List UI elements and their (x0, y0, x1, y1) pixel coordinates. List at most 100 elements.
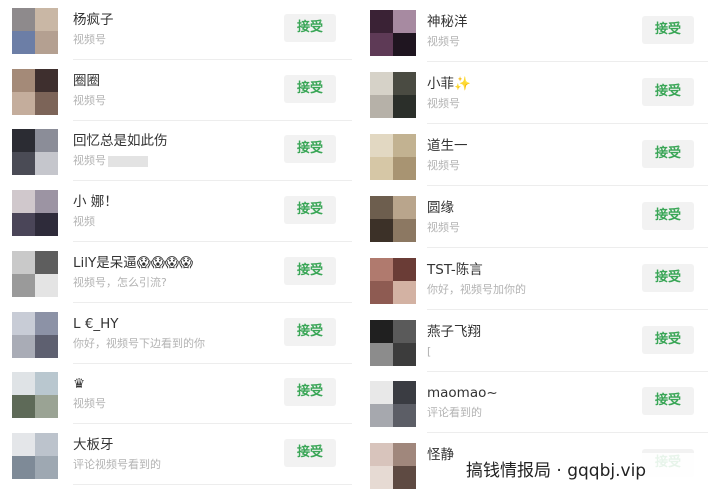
request-text: maomao~ 评论看到的 (427, 385, 498, 419)
request-row[interactable]: 小菲✨ 视频号 接受 (354, 64, 708, 124)
avatar[interactable] (12, 250, 58, 297)
avatar[interactable] (12, 129, 58, 176)
accept-button[interactable]: 接受 (642, 325, 694, 354)
avatar[interactable] (12, 190, 58, 237)
request-row[interactable]: 大板牙 评论视频号看到的 接受 (0, 425, 352, 485)
contact-name: ♛ (73, 376, 86, 393)
request-row[interactable]: 神秘洋 视频号 接受 (354, 2, 708, 62)
request-text: 燕子飞翔 [ (427, 324, 481, 358)
request-message: 你好，视频号加你的 (427, 282, 526, 296)
redacted-text (108, 155, 148, 167)
avatar[interactable] (370, 195, 416, 242)
accept-button[interactable]: 接受 (642, 16, 694, 44)
avatar-mosaic-block (35, 250, 58, 274)
request-message: [ (427, 344, 432, 358)
avatar-mosaic-block (35, 432, 58, 456)
avatar-mosaic-block (393, 218, 416, 242)
contact-name: TST-陈言 (427, 261, 483, 278)
avatar-mosaic-block (370, 257, 393, 281)
avatar[interactable] (12, 68, 58, 115)
request-row[interactable]: maomao~ 评论看到的 接受 (354, 373, 708, 434)
avatar-mosaic-block (12, 432, 35, 456)
avatar-mosaic-block (12, 8, 35, 31)
avatar[interactable] (370, 133, 416, 180)
avatar[interactable] (12, 432, 58, 479)
avatar-mosaic-block (393, 280, 416, 304)
request-message-row: 视频号 (427, 35, 468, 48)
avatar-mosaic-block (12, 372, 35, 396)
request-row[interactable]: 燕子飞翔 [ 接受 (354, 312, 708, 372)
avatar[interactable] (12, 311, 58, 358)
request-message: 视频号 (73, 397, 106, 411)
avatar-mosaic-block (370, 280, 393, 304)
request-row[interactable]: 回忆总是如此伤 视频号 接受 (0, 121, 352, 182)
avatar-mosaic-block (393, 342, 416, 366)
accept-button[interactable]: 接受 (284, 135, 336, 164)
request-row[interactable]: 圈圈 视频号 接受 (0, 61, 352, 121)
avatar[interactable] (370, 443, 416, 489)
avatar[interactable] (370, 10, 416, 56)
request-row[interactable]: LilY是呆逼😱😱😱😱 视频号，怎么引流? 接受 (0, 243, 352, 303)
avatar-mosaic-block (35, 8, 58, 31)
accept-button[interactable]: 接受 (642, 263, 694, 292)
request-message-row: 视频号 (73, 397, 106, 410)
accept-button[interactable]: 接受 (284, 256, 336, 285)
accept-button[interactable]: 接受 (642, 201, 694, 230)
row-divider (427, 61, 708, 62)
row-divider (427, 370, 708, 372)
request-message-row: 评论看到的 (427, 406, 498, 419)
request-row[interactable]: 圆缘 视频号 接受 (354, 188, 708, 248)
avatar-mosaic-block (393, 443, 416, 467)
avatar[interactable] (370, 381, 416, 428)
avatar[interactable] (370, 257, 416, 304)
request-row[interactable]: 杨疯子 视频号 接受 (0, 0, 352, 60)
contact-name: 道生一 (427, 137, 468, 154)
accept-button[interactable]: 接受 (284, 438, 336, 467)
watermark-text: 搞钱情报局 · gqqbj.vip (462, 453, 704, 489)
avatar-mosaic-block (35, 372, 58, 396)
request-text: 圈圈 视频号 (73, 73, 106, 107)
request-text: 神秘洋 视频号 (427, 14, 468, 48)
avatar-mosaic-block (12, 152, 35, 176)
avatar-mosaic-block (370, 71, 393, 95)
request-message-row: [ (427, 345, 481, 358)
accept-button[interactable]: 接受 (642, 139, 694, 168)
accept-button[interactable]: 接受 (642, 77, 694, 106)
avatar-mosaic-block (12, 68, 35, 92)
avatar[interactable] (12, 372, 58, 419)
request-message: 视频 (73, 215, 95, 229)
avatar-mosaic-block (12, 213, 35, 237)
request-row[interactable]: 道生一 视频号 接受 (354, 126, 708, 186)
avatar-mosaic-block (12, 190, 35, 214)
contact-name: 燕子飞翔 (427, 323, 481, 340)
accept-button[interactable]: 接受 (284, 378, 336, 407)
accept-button[interactable]: 接受 (284, 14, 336, 42)
request-message: 视频号 (73, 154, 106, 168)
request-text: LilY是呆逼😱😱😱😱 视频号，怎么引流? (73, 255, 193, 289)
row-divider (427, 184, 708, 186)
request-message-row: 评论视频号看到的 (73, 458, 161, 471)
avatar[interactable] (370, 71, 416, 118)
request-message-row: 你好，视频号下边看到的你 (73, 337, 205, 350)
accept-button[interactable]: 接受 (284, 74, 336, 103)
request-message-row: 视频号 (427, 97, 471, 110)
avatar-mosaic-block (12, 311, 35, 335)
accept-button[interactable]: 接受 (284, 196, 336, 225)
request-row[interactable]: L €_HY 你好，视频号下边看到的你 接受 (0, 304, 352, 364)
request-message-row: 视频号 (73, 154, 168, 167)
accept-button[interactable]: 接受 (642, 387, 694, 416)
request-row[interactable]: 小 娜！ 视频 接受 (0, 182, 352, 243)
accept-button[interactable]: 接受 (284, 317, 336, 346)
avatar[interactable] (370, 319, 416, 366)
request-row[interactable]: ♛ 视频号 接受 (0, 364, 352, 425)
request-message-row: 视频号 (73, 94, 106, 107)
avatar-mosaic-block (393, 71, 416, 95)
avatar-mosaic-block (12, 395, 35, 419)
avatar-mosaic-block (393, 381, 416, 405)
request-message-row: 你好，视频号加你的 (427, 283, 526, 296)
request-row[interactable]: TST-陈言你好，视频号加你的 接受 (354, 250, 708, 310)
request-message: 视频号 (73, 93, 106, 107)
request-text: 小菲✨ 视频号 (427, 76, 471, 110)
avatar[interactable] (12, 8, 58, 54)
request-text: ♛ 视频号 (73, 376, 106, 410)
